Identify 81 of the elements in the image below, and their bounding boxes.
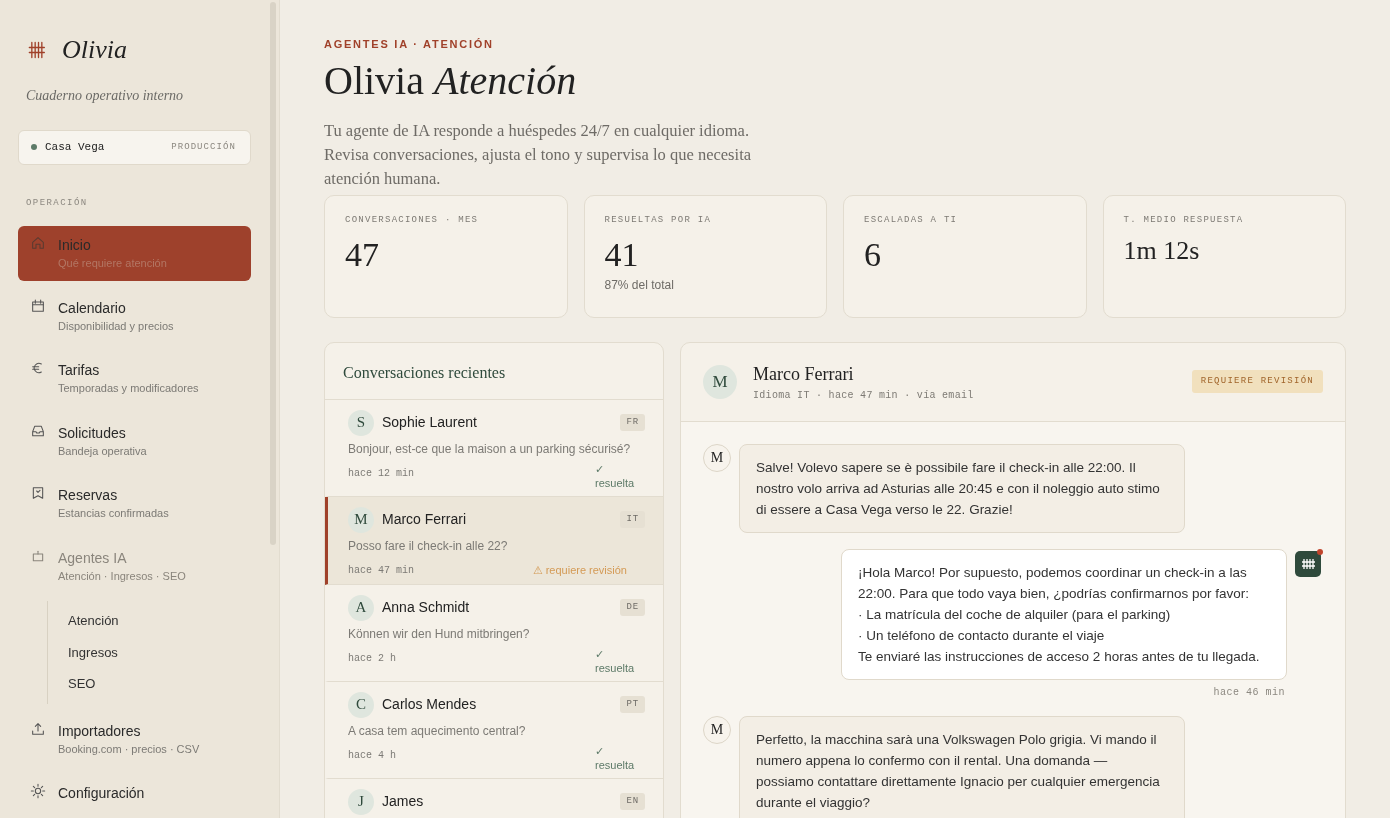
message-bubble: ¡Hola Marco! Por supuesto, podemos coordinar un check-in a las 22:00. Para que todo vaya bien, ¿podrías confirmarnos por favor: · La matrícula del coche de alquiler (para el parking) · Un teléfono de contacto durante el viaje Te enviaré las instrucciones de acceso 2 horas antes de tu llegada.: [841, 548, 1287, 680]
status-badge: REQUIERE REVISIÓN: [1191, 369, 1323, 394]
language-tag: PT: [620, 695, 645, 714]
status-dot: [31, 144, 37, 151]
section-label: OPERACIÓN: [25, 196, 89, 210]
avatar: S: [348, 409, 374, 436]
guest-name: Sophie Laurent: [382, 413, 477, 432]
contact-meta: Idioma IT · hace 47 min · vía email: [753, 388, 974, 403]
stat-value: 6: [864, 235, 882, 275]
timestamp: hace 2 h: [348, 651, 396, 666]
avatar: C: [348, 691, 374, 718]
timestamp: hace 47 min: [348, 563, 414, 578]
status-label: resuelta: [595, 660, 636, 675]
status-label: resuelta: [595, 757, 636, 772]
avatar: M: [703, 443, 731, 472]
guest-name: James: [382, 792, 424, 811]
conversation-row[interactable]: S Sophie Laurent FR Bonjour, est-ce que la maison a un parking sécurisé? hace 12 min ✓ resuelta: [325, 399, 663, 497]
sub-nav-item[interactable]: SEO: [68, 668, 251, 700]
contact-name: Marco Ferrari: [753, 362, 855, 386]
check-icon: ✓: [595, 461, 645, 476]
page-title: Olivia Atención: [324, 56, 578, 105]
avatar: J: [348, 788, 374, 815]
avatar: M: [703, 715, 731, 744]
property-selector[interactable]: Casa Vega PRODUCCIÓN: [18, 130, 251, 165]
nav-item[interactable]: Reservas Estancias confirmadas: [18, 476, 251, 531]
brand-name: Olivia: [62, 34, 127, 66]
message-preview: Posso fare il check-in alle 22?: [348, 537, 509, 555]
nav-item[interactable]: Calendario Disponibilidad y precios: [18, 288, 251, 343]
conversation-row[interactable]: A Anna Schmidt DE Können wir den Hund mitbringen? hace 2 h ✓ resuelta: [325, 584, 663, 682]
stat-label: CONVERSACIONES · MES: [345, 213, 480, 227]
sub-nav-item[interactable]: Ingresos: [68, 636, 251, 668]
check-icon: ✓: [595, 646, 645, 661]
check-icon: ✓: [595, 743, 645, 758]
sub-nav-item[interactable]: Atención: [68, 605, 251, 637]
message-preview: Können wir den Hund mitbringen?: [348, 625, 531, 643]
avatar: M: [348, 506, 374, 533]
message-bubble: Salve! Volevo sapere se è possibile fare il check-in alle 22:00. Il nostro volo arriva ad Asturias alle 20:45 e con il noleggio auto stimo di essere a Casa Vega verso le 22. Grazie!: [739, 443, 1185, 533]
warning-icon: ⚠: [532, 562, 543, 577]
guest-name: Anna Schmidt: [382, 598, 470, 617]
stat-value: 47: [345, 235, 380, 275]
logo-icon: [26, 39, 46, 60]
avatar: A: [348, 594, 374, 621]
status-label: requiere revisión: [545, 562, 627, 577]
message-preview: A casa tem aquecimento central?: [348, 722, 527, 740]
conversation-row[interactable]: C Carlos Mendes PT A casa tem aquecimento central? hace 4 h ✓ resuelta: [325, 681, 663, 779]
language-tag: EN: [620, 792, 645, 811]
avatar: M: [703, 364, 737, 399]
tagline: Cuaderno operativo interno: [25, 87, 185, 105]
stat-note: 87% del total: [604, 276, 675, 294]
conversation-row[interactable]: M Marco Ferrari IT Posso fare il check-in alle 22? hace 47 min ⚠ requiere revisión: [325, 496, 663, 585]
home-icon: [30, 235, 46, 251]
timestamp: hace 12 min: [348, 466, 414, 481]
stat-value: 1m 12s: [1123, 235, 1201, 267]
environment-label: PRODUCCIÓN: [171, 140, 236, 154]
calendar-icon: [30, 297, 46, 314]
nav-item[interactable]: Tarifas Temporadas y modificadores: [18, 351, 251, 406]
language-tag: FR: [620, 413, 645, 432]
conversation-row[interactable]: J James EN: [325, 778, 663, 818]
stat-label: T. MEDIO RESPUESTA: [1123, 213, 1245, 227]
timestamp: hace 4 h: [348, 748, 396, 763]
panel-title: Conversaciones recientes: [325, 342, 663, 400]
stat-label: RESUELTAS POR IA: [604, 213, 713, 227]
stat-label: ESCALADAS A TI: [864, 213, 959, 227]
upload-icon: [30, 720, 46, 737]
language-tag: IT: [620, 510, 645, 529]
settings-icon: [30, 783, 46, 799]
intro-paragraph: Tu agente de IA responde a huéspedes 24/7 en cualquier idioma. Revisa conversaciones, ajusta el tono y supervisa lo que necesita atención humana.: [324, 119, 753, 190]
stat-value: 41: [604, 235, 640, 275]
message-bubble: Perfetto, la macchina sarà una Volkswagen Polo grigia. Vi mando il numero appena lo confermo con il rental. Una domanda — possiamo contattare direttamente Ignacio per cualquier emergencia durante el viaggio?: [739, 715, 1185, 818]
status-label: resuelta: [595, 475, 636, 490]
language-tag: DE: [620, 598, 645, 617]
guest-name: Carlos Mendes: [382, 695, 477, 714]
eyebrow-label: AGENTES IA · ATENCIÓN: [324, 37, 495, 52]
nav-item[interactable]: Configuración: [18, 774, 251, 812]
nav-item[interactable]: Importadores Booking.com · precios · CSV: [18, 711, 251, 766]
guest-name: Marco Ferrari: [382, 510, 466, 529]
message-preview: Bonjour, est-ce que la maison a un parking sécurisé?: [348, 440, 632, 458]
nav-item[interactable]: Solicitudes Bandeja operativa: [18, 413, 251, 468]
timestamp: hace 46 min: [1212, 685, 1286, 700]
bookmark-icon: [30, 485, 46, 501]
agent-avatar-icon: [1295, 548, 1323, 577]
